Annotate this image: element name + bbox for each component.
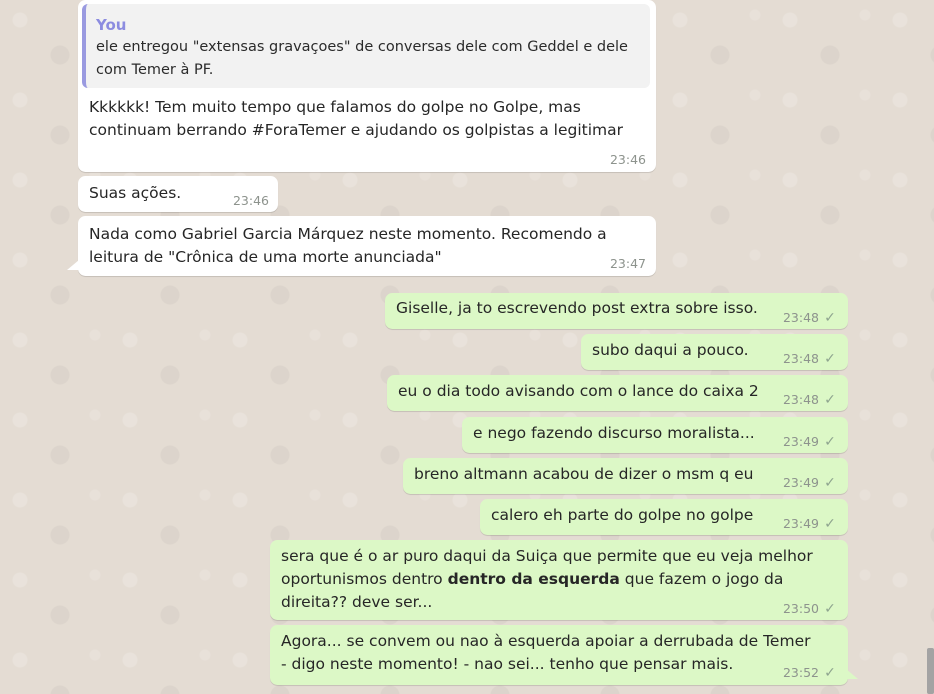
message-outgoing[interactable]: Giselle, ja to escrevendo post extra sob… (385, 293, 848, 329)
message-outgoing[interactable]: breno altmann acabou de dizer o msm q eu… (403, 458, 848, 494)
message-text: sera que é o ar puro daqui da Suiça que … (281, 545, 841, 614)
message-text: subo daqui a pouco. (592, 341, 749, 359)
message-time: 23:52 (782, 665, 819, 680)
message-time-status: 23:48 ✓ (783, 310, 837, 326)
quoted-message[interactable]: You ele entregou "extensas gravaçoes" de… (82, 4, 650, 88)
single-check-icon: ✓ (824, 434, 836, 450)
message-text: eu o dia todo avisando com o lance do ca… (398, 382, 759, 400)
message-time-status: 23:48 ✓ (783, 392, 837, 408)
quoted-text: ele entregou "extensas gravaçoes" de con… (96, 39, 628, 78)
message-time: 23:50 (782, 601, 819, 616)
message-text: Agora... se convem ou nao à esquerda apo… (281, 632, 816, 673)
message-time: 23:48 (782, 351, 819, 366)
single-check-icon: ✓ (824, 601, 836, 617)
message-time-status: 23:52 ✓ (783, 665, 837, 681)
message-time-status: 23:50 ✓ (783, 601, 837, 617)
message-text: Suas ações. (89, 184, 182, 202)
bubble-tail (67, 260, 79, 270)
message-time: 23:47 (609, 256, 646, 271)
single-check-icon: ✓ (824, 310, 836, 326)
message-time: 23:46 (232, 193, 269, 208)
message-time: 23:49 (782, 434, 819, 449)
message-incoming[interactable]: Suas ações. 23:46 (78, 176, 278, 212)
message-text: Nada como Gabriel Garcia Márquez neste m… (89, 225, 612, 266)
message-time: 23:48 (782, 392, 819, 407)
message-outgoing[interactable]: subo daqui a pouco. 23:48 ✓ (581, 334, 848, 370)
message-outgoing[interactable]: e nego fazendo discurso moralista... 23:… (462, 417, 848, 453)
single-check-icon: ✓ (824, 475, 836, 491)
message-time: 23:49 (782, 516, 819, 531)
message-time-status: 23:49 ✓ (783, 434, 837, 450)
message-incoming[interactable]: Nada como Gabriel Garcia Márquez neste m… (78, 216, 656, 276)
message-incoming[interactable]: You ele entregou "extensas gravaçoes" de… (78, 0, 656, 172)
single-check-icon: ✓ (824, 516, 836, 532)
message-time-status: 23:49 ✓ (783, 475, 837, 491)
bubble-tail (846, 669, 858, 679)
message-time: 23:49 (782, 475, 819, 490)
single-check-icon: ✓ (824, 351, 836, 367)
message-outgoing[interactable]: calero eh parte do golpe no golpe 23:49 ✓ (480, 499, 848, 535)
quoted-author: You (96, 16, 127, 34)
message-text-bold: dentro da esquerda (447, 570, 620, 588)
message-text: e nego fazendo discurso moralista... (473, 424, 755, 442)
message-time: 23:46 (609, 152, 646, 167)
message-text: breno altmann acabou de dizer o msm q eu (414, 465, 754, 483)
message-text: Kkkkkk! Tem muito tempo que falamos do g… (89, 98, 623, 139)
message-time: 23:48 (782, 310, 819, 325)
single-check-icon: ✓ (824, 665, 836, 681)
single-check-icon: ✓ (824, 392, 836, 408)
message-time-status: 23:48 ✓ (783, 351, 837, 367)
message-outgoing[interactable]: eu o dia todo avisando com o lance do ca… (387, 375, 848, 411)
message-text: calero eh parte do golpe no golpe (491, 506, 754, 524)
message-outgoing[interactable]: sera que é o ar puro daqui da Suiça que … (270, 540, 848, 620)
message-outgoing[interactable]: Agora... se convem ou nao à esquerda apo… (270, 625, 848, 685)
message-time-status: 23:49 ✓ (783, 516, 837, 532)
message-text: Giselle, ja to escrevendo post extra sob… (396, 299, 758, 317)
scrollbar-thumb[interactable] (927, 648, 934, 694)
